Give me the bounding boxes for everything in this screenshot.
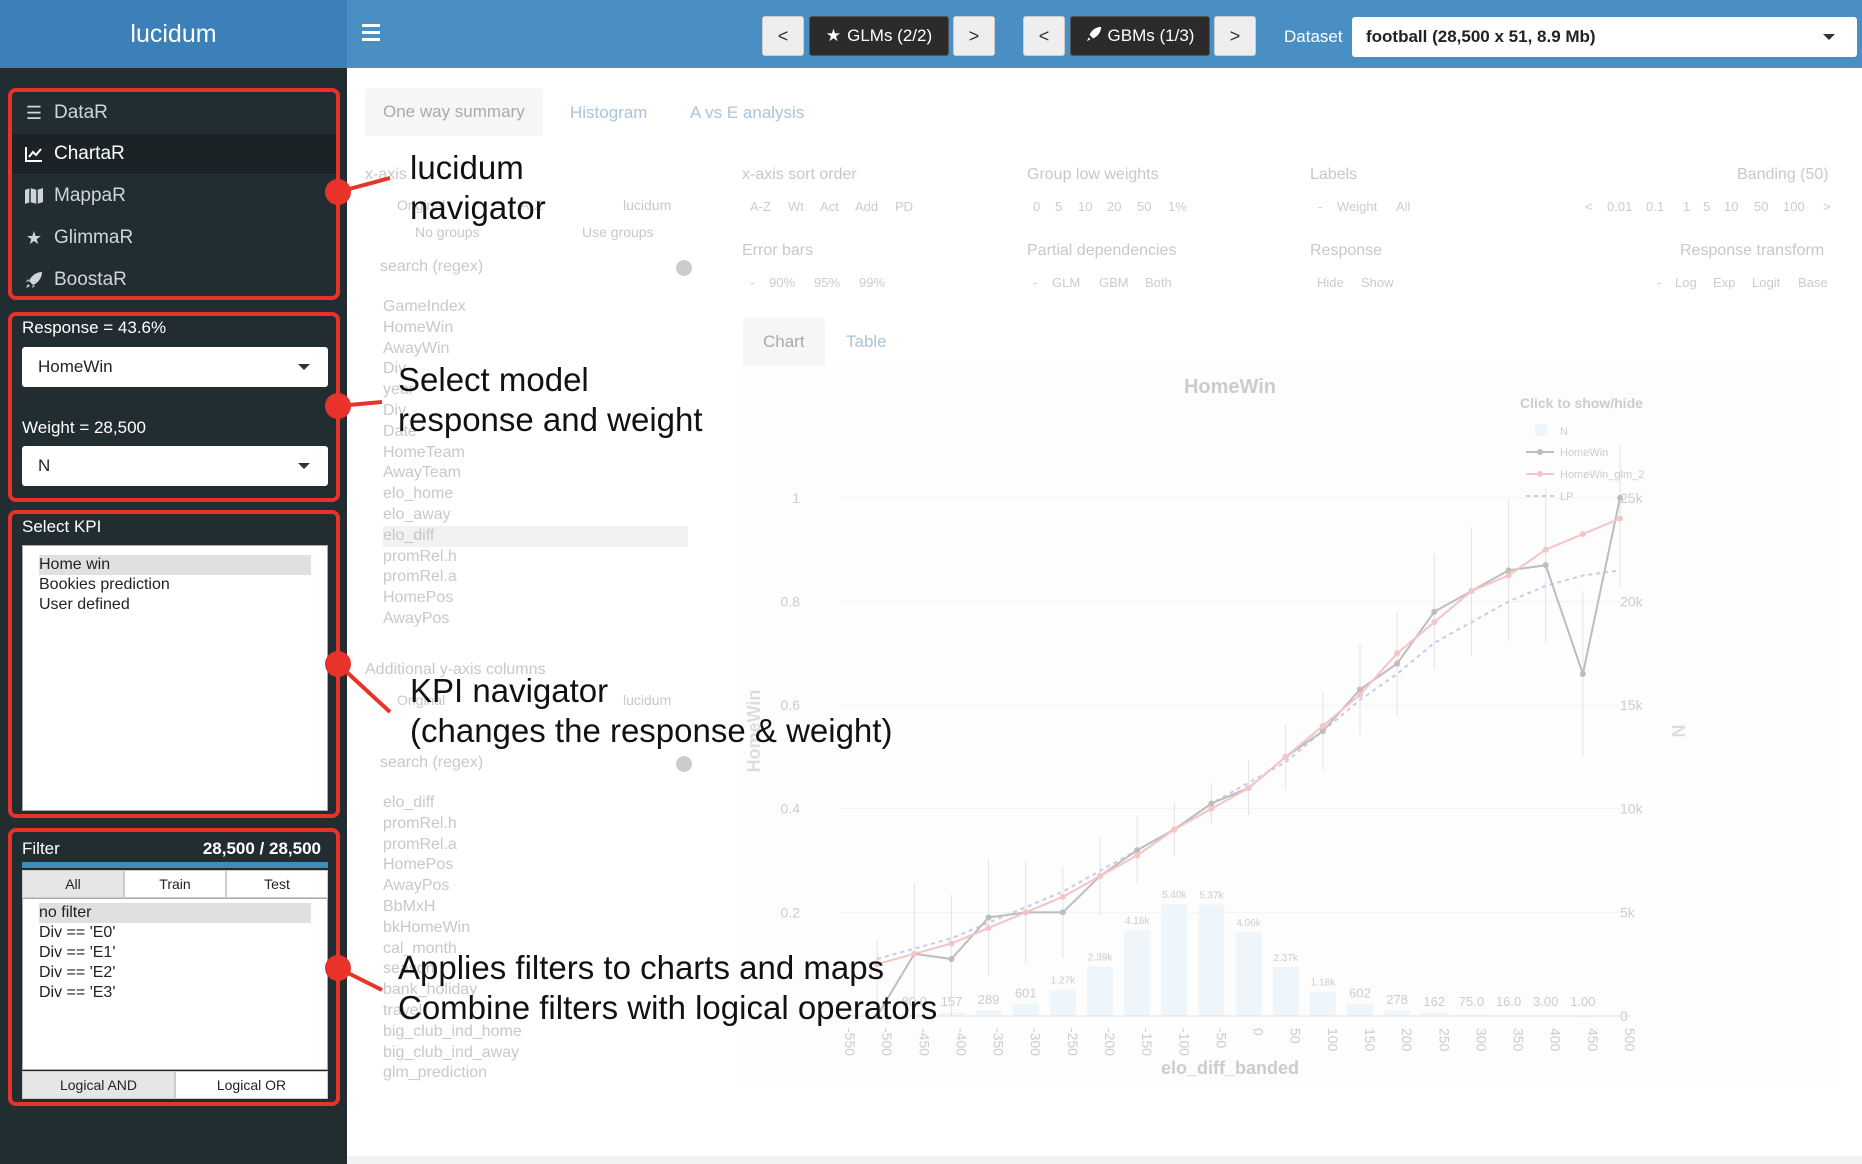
annotation-line: Combine filters with logical operators <box>398 989 938 1026</box>
annotation-line: lucidum <box>410 149 524 186</box>
annotation-line: response and weight <box>398 401 703 438</box>
annotation-line: (changes the response & weight) <box>410 712 893 749</box>
annotation-line: Applies filters to charts and maps <box>398 949 885 986</box>
annotation-dot <box>325 179 351 205</box>
annotation-kpi: KPI navigator (changes the response & we… <box>410 671 892 751</box>
annotation-line: Select model <box>398 361 589 398</box>
annotation-line: navigator <box>410 189 546 226</box>
annotation-nav: lucidum navigator <box>410 148 546 228</box>
annotation-model: Select model response and weight <box>398 360 703 440</box>
annotation-line: KPI navigator <box>410 672 609 709</box>
annotation-dot <box>325 651 351 677</box>
footer-bar <box>347 1156 1862 1164</box>
annotation-dot <box>325 393 351 419</box>
annotation-dot <box>325 955 351 981</box>
annotation-filter: Applies filters to charts and maps Combi… <box>398 948 937 1028</box>
